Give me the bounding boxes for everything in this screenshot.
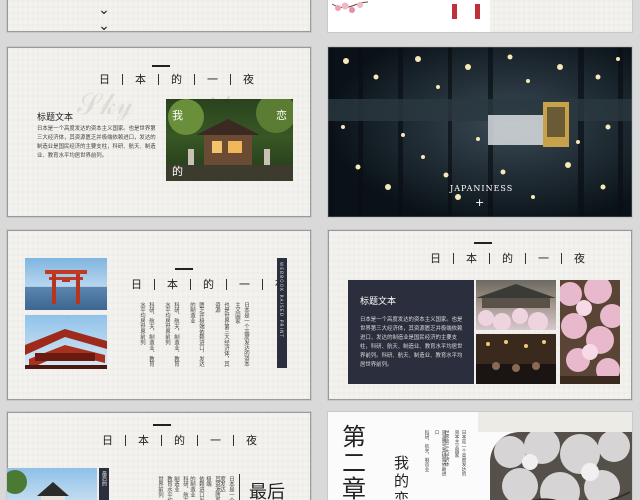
slide-caption: JAPANINESS xyxy=(450,184,514,193)
slide-title: 日 本 的 一 夜 xyxy=(99,71,254,87)
slide-frame xyxy=(7,0,311,32)
title-char: 的 xyxy=(203,278,214,291)
title-char: 日 xyxy=(131,278,142,291)
slide-3[interactable]: 日 本 的 一 夜 日本是一个高度发达的资本主义国家 也是世界第三大经济体，其资… xyxy=(7,230,311,400)
title-char: 夜 xyxy=(246,434,257,447)
plus-icon: + xyxy=(475,196,485,209)
vertical-text-col: 其资源匮乏并极端 xyxy=(205,476,220,500)
vertical-text-col: 科研、航天、制造业 xyxy=(424,430,429,472)
vertical-text-col: 匮乏并极端依赖进口，发达的制造业 xyxy=(189,302,204,367)
blossom-photo xyxy=(490,432,632,500)
title-dash xyxy=(175,268,193,270)
plum-blossom-illustration xyxy=(331,1,369,13)
title-char: 一 xyxy=(207,73,218,86)
slide-2[interactable]: JAPANINESS + xyxy=(328,47,632,217)
vertical-text-col: 科研、航天、制造业、教育水平均居世界前列 xyxy=(164,302,179,367)
title-char: 夜 xyxy=(243,73,254,86)
title-dash xyxy=(474,242,492,244)
vertical-text-col: 依赖进口发达的制造业 xyxy=(189,476,204,500)
vertical-text-col: 资源匮乏并极端依赖进口 xyxy=(434,430,446,476)
big-text: 最后 xyxy=(249,482,285,500)
castle-photo xyxy=(7,468,97,500)
dark-label-band: 最后的 xyxy=(99,468,109,500)
title-char: 本 xyxy=(466,252,477,265)
dark-text-panel: 标题文本 日本是一个高度发达的资本主义国家。也是世界第三大经济体，其资源匮乏并极… xyxy=(348,280,474,384)
chapter-text: 第二章 xyxy=(342,423,366,500)
band-label: 最后的 xyxy=(101,471,107,486)
title-char: 本 xyxy=(167,278,178,291)
body-text: 日本是一个高度发达的资本主义国家。也是世界第三大经济体，其资源匮乏并极端依赖进口… xyxy=(360,317,463,368)
rooftop-photo xyxy=(476,280,556,330)
vertical-text-col: 日本是一个高度发达的资本主义国家 xyxy=(234,302,249,367)
title-char: 本 xyxy=(135,73,146,86)
cherry-blossom-photo xyxy=(560,280,620,384)
vertical-text-col: 日本是一个高度发达的资本主义国家 xyxy=(454,430,466,476)
vertical-text-col: 教育水平均居世界前列 xyxy=(157,476,172,500)
title-char: 一 xyxy=(239,278,250,291)
title-char: 的 xyxy=(502,252,513,265)
title-char: 日 xyxy=(99,73,110,86)
title-char: 一 xyxy=(538,252,549,265)
pagoda-photo xyxy=(25,315,107,369)
shrine-photo: 我 恋 的 xyxy=(166,99,293,181)
overlay-char: 的 xyxy=(172,165,183,178)
title-char: 夜 xyxy=(574,252,585,265)
vertical-text-col: 科研、航天、制造业 xyxy=(173,476,188,500)
night-street-photo xyxy=(476,334,556,384)
red-charm-left xyxy=(452,4,457,19)
overlay-char: 我 xyxy=(172,109,183,122)
side-band-label: WEBBOOK RAISED PRINT xyxy=(279,262,284,339)
slide-4[interactable]: 日 本 的 一 夜 标题文本 日本是一个高度发达的资本主义国家。也是世界第三大经… xyxy=(328,230,632,400)
slide-top-right[interactable] xyxy=(328,0,632,32)
section-heading: 标题文本 xyxy=(37,113,74,123)
overlay-char: 恋 xyxy=(276,109,287,122)
slide-6[interactable]: 第二章 我的恋 日本是一个高度发达的资本主义国家 世界第三大经济体 资源匮乏并极… xyxy=(328,412,632,500)
slide-title: 日 本 的 一 夜 xyxy=(102,432,257,448)
torii-photo xyxy=(25,258,107,310)
slide-top-left[interactable]: ⌄⌄ xyxy=(7,0,311,32)
slide-1[interactable]: 𝒮𝓀𝓎 𝒿𝓅 日 本 的 一 夜 标题文本 日本是一个高度发达的资本主义国家。也… xyxy=(7,47,311,217)
title-char: 的 xyxy=(171,73,182,86)
red-charm-right xyxy=(475,4,480,19)
title-dash xyxy=(152,65,170,67)
divider-line xyxy=(239,474,240,500)
chapter-sub: 我的恋 xyxy=(394,454,410,500)
side-band: WEBBOOK RAISED PRINT xyxy=(277,258,287,368)
watermark-script: 𝒮𝓀𝓎 xyxy=(77,87,134,122)
body-text: 日本是一个高度发达的资本主义国家。也是世界第三大经济体，其资源匮乏并极端依赖进口… xyxy=(37,126,156,159)
title-char: 的 xyxy=(174,434,185,447)
title-dash xyxy=(153,424,171,426)
slide-title: 日 本 的 一 夜 xyxy=(430,250,585,266)
title-char: 本 xyxy=(138,434,149,447)
title-char: 一 xyxy=(210,434,221,447)
title-char: 日 xyxy=(430,252,441,265)
slide-5[interactable]: 日 本 的 一 夜 最后的 日本是一个高度发达 其资源匮乏并极端 依赖进口发达的… xyxy=(7,412,311,500)
vertical-text-col: 也是世界第三大经济体，其资源 xyxy=(214,302,229,367)
slide-title: 日 本 的 一 夜 xyxy=(131,276,286,292)
title-char: 日 xyxy=(102,434,113,447)
chevron-down-icon: ⌄⌄ xyxy=(96,2,112,32)
section-heading: 标题文本 xyxy=(360,297,397,307)
vertical-text-col: 科研、航天、制造业、教育水平均居世界前列 xyxy=(139,302,154,367)
paper-strip xyxy=(478,412,632,432)
